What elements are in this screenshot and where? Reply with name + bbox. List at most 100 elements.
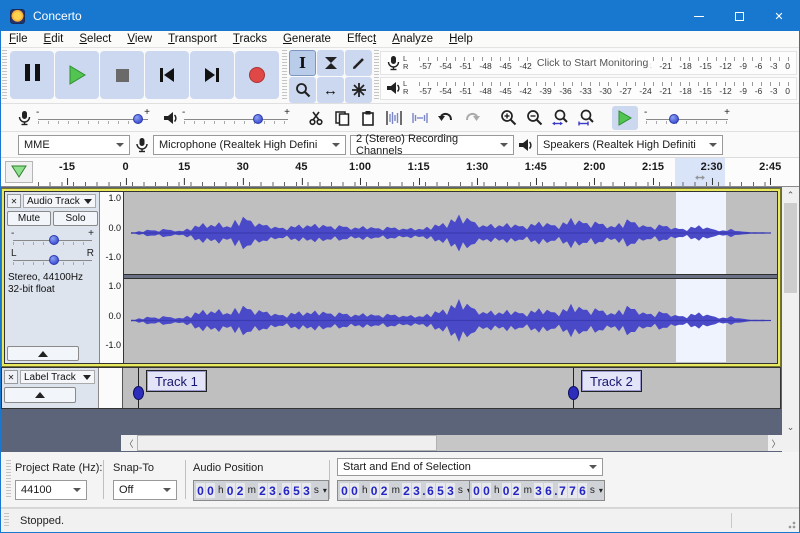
vertical-scrollbar[interactable]: ⌃ ⌄: [782, 187, 799, 435]
record-button[interactable]: [235, 51, 279, 99]
waveform-channel-left[interactable]: [124, 192, 777, 274]
draw-tool-button[interactable]: [345, 50, 372, 76]
tools-toolbar-grip[interactable]: [282, 50, 287, 101]
pan-slider[interactable]: L R: [13, 252, 92, 266]
undo-button[interactable]: [434, 106, 458, 130]
vertical-scroll-thumb[interactable]: [784, 203, 797, 293]
label-text-box[interactable]: Track 1: [146, 370, 207, 392]
maximize-button[interactable]: [719, 1, 759, 31]
multi-tool-button[interactable]: [345, 77, 372, 103]
scroll-down-arrow[interactable]: ⌄: [782, 419, 799, 435]
menu-item[interactable]: File: [1, 31, 36, 48]
recording-device-select[interactable]: Microphone (Realtek High Defini: [153, 135, 346, 155]
play-speed-slider[interactable]: - +: [646, 111, 728, 125]
audio-track-title-menu[interactable]: Audio Track: [23, 194, 96, 208]
meter-toolbar-grip[interactable]: [374, 50, 379, 101]
menu-item[interactable]: Effect: [339, 31, 384, 48]
stop-icon: [116, 69, 129, 82]
fit-selection-button[interactable]: [548, 106, 572, 130]
audio-position-field[interactable]: 00h02m23.653s▾: [193, 480, 329, 501]
zoom-tool-button[interactable]: [289, 77, 316, 103]
status-text: Stopped.: [20, 515, 64, 527]
menu-item[interactable]: Edit: [36, 31, 72, 48]
snap-to-select[interactable]: Off: [113, 480, 177, 500]
stop-button[interactable]: [100, 51, 144, 99]
audio-track[interactable]: ✕ Audio Track Mute Solo - + L R: [1, 188, 781, 367]
audacity-window: Concerto ✕ FileEditSelectViewTransportTr…: [0, 0, 800, 533]
zoom-out-button[interactable]: [522, 106, 546, 130]
selection-end-field[interactable]: 00h02m36.776s▾: [469, 480, 605, 501]
recording-meter[interactable]: LR -57-54-51-48-45-42-39-36-33-30-27-24-…: [380, 51, 797, 75]
playback-volume-slider[interactable]: - +: [184, 111, 288, 125]
selection-toolbar-grip[interactable]: [6, 460, 11, 499]
copy-button[interactable]: [330, 106, 354, 130]
pause-button[interactable]: [10, 51, 54, 99]
label-track-close-button[interactable]: ✕: [4, 370, 18, 384]
playback-device-select[interactable]: Speakers (Realtek High Definiti: [537, 135, 723, 155]
menu-item[interactable]: Analyze: [384, 31, 441, 48]
selection-mode-select[interactable]: Start and End of Selection: [337, 458, 603, 476]
skip-to-end-button[interactable]: [190, 51, 234, 99]
redo-button[interactable]: [460, 106, 484, 130]
skip-to-start-button[interactable]: [145, 51, 189, 99]
label-track[interactable]: ✕ Label Track Track 1 Track 2: [1, 367, 781, 409]
transport-toolbar-grip[interactable]: [2, 50, 7, 101]
selection-tool-button[interactable]: I: [289, 50, 316, 76]
gain-slider[interactable]: - +: [13, 232, 92, 246]
audio-host-select[interactable]: MME: [18, 135, 130, 155]
meter-scale-number: -21: [659, 61, 671, 71]
silence-audio-button[interactable]: [408, 106, 432, 130]
cut-button[interactable]: [304, 106, 328, 130]
scroll-left-arrow[interactable]: 〈: [121, 435, 137, 451]
vertical-scale-ruler[interactable]: 1.00.0-1.01.00.0-1.0: [100, 192, 124, 363]
close-button[interactable]: ✕: [759, 1, 799, 31]
zoom-in-button[interactable]: [496, 106, 520, 130]
monitoring-hint[interactable]: Click to Start Monitoring: [534, 57, 651, 69]
empty-track-space[interactable]: [1, 409, 784, 435]
timeline-ruler[interactable]: -1501530451:001:151:301:452:002:152:302:…: [1, 158, 799, 187]
recording-volume-slider[interactable]: - +: [38, 111, 148, 125]
selection-start-field[interactable]: 00h02m23.653s▾: [337, 480, 473, 501]
label-track-title-menu[interactable]: Label Track: [20, 370, 95, 384]
window-resize-grip[interactable]: [786, 519, 796, 529]
envelope-tool-button[interactable]: [317, 50, 344, 76]
redo-icon: [463, 111, 481, 125]
collapse-label-track-button[interactable]: [4, 387, 76, 403]
menu-item[interactable]: View: [119, 31, 160, 48]
label-text-box[interactable]: Track 2: [581, 370, 642, 392]
mute-button[interactable]: Mute: [7, 211, 51, 226]
meter-scale-number: -57: [419, 86, 431, 96]
collapse-track-button[interactable]: [7, 346, 79, 361]
paste-button[interactable]: [356, 106, 380, 130]
menu-item[interactable]: Help: [441, 31, 481, 48]
timeshift-tool-button[interactable]: ↔: [317, 77, 344, 103]
menu-item[interactable]: Select: [71, 31, 119, 48]
labels-area[interactable]: Track 1 Track 2: [123, 368, 780, 408]
quick-play-drag-handle[interactable]: ↔: [675, 167, 725, 184]
meter-scale-number: -51: [459, 61, 471, 71]
menu-item[interactable]: Generate: [275, 31, 339, 48]
audio-track-close-button[interactable]: ✕: [7, 194, 21, 208]
waveform-area[interactable]: [124, 192, 777, 363]
project-rate-select[interactable]: 44100: [15, 480, 87, 500]
horizontal-scrollbar[interactable]: 〈 〉: [121, 435, 784, 451]
menu-item[interactable]: Tracks: [225, 31, 275, 48]
waveform-channel-right[interactable]: [124, 279, 777, 362]
recording-volume-thumb[interactable]: [133, 114, 143, 124]
minimize-button[interactable]: [679, 1, 719, 31]
play-at-speed-button[interactable]: [612, 106, 638, 130]
fit-project-button[interactable]: [574, 106, 598, 130]
label-flag-icon[interactable]: [133, 386, 144, 400]
trim-audio-button[interactable]: [382, 106, 406, 130]
solo-button[interactable]: Solo: [53, 211, 98, 226]
label-flag-icon[interactable]: [568, 386, 579, 400]
menu-item[interactable]: Transport: [160, 31, 225, 48]
playback-volume-thumb[interactable]: [253, 114, 263, 124]
play-button[interactable]: [55, 51, 99, 99]
horizontal-scroll-thumb[interactable]: [137, 435, 437, 451]
recording-channels-select[interactable]: 2 (Stereo) Recording Channels: [350, 135, 514, 155]
playback-meter[interactable]: LR -57-54-51-48-45-42-39-36-33-30-27-24-…: [380, 77, 797, 101]
play-speed-thumb[interactable]: [669, 114, 679, 124]
scroll-up-arrow[interactable]: ⌃: [782, 187, 799, 203]
track-format-info: Stereo, 44100Hz32-bit float: [8, 272, 83, 296]
